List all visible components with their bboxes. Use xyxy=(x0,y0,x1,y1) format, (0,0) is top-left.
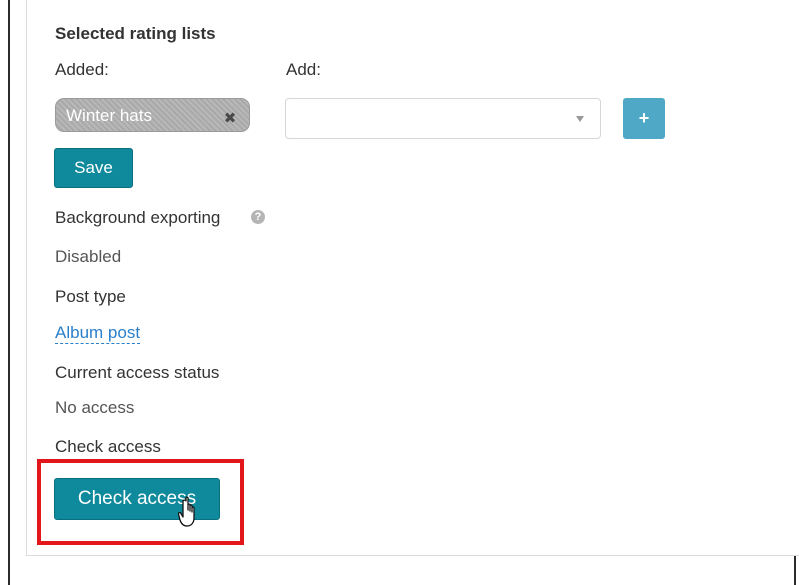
access-status-label: Current access status xyxy=(55,363,220,382)
background-exporting-label: Background exporting xyxy=(55,208,221,227)
chevron-down-icon xyxy=(576,116,584,122)
save-button[interactable]: Save xyxy=(54,148,133,188)
post-type-label: Post type xyxy=(55,287,126,306)
added-label: Added: xyxy=(55,60,109,79)
background-exporting-value: Disabled xyxy=(55,247,122,266)
access-status-value: No access xyxy=(55,398,135,417)
add-label: Add: xyxy=(286,60,321,79)
post-type-link[interactable]: Album post xyxy=(55,323,141,344)
rating-list-select[interactable] xyxy=(285,98,601,139)
section-title: Selected rating lists xyxy=(55,24,216,43)
check-access-label: Check access xyxy=(55,437,161,456)
hand-cursor-icon xyxy=(178,496,195,527)
remove-tag-icon[interactable]: ✖ xyxy=(222,111,238,126)
rating-list-tag: Winter hats ✖ xyxy=(55,98,250,132)
help-icon[interactable]: ? xyxy=(251,210,265,224)
rating-list-tag-label: Winter hats xyxy=(66,106,152,125)
add-list-button[interactable]: + xyxy=(623,98,665,139)
